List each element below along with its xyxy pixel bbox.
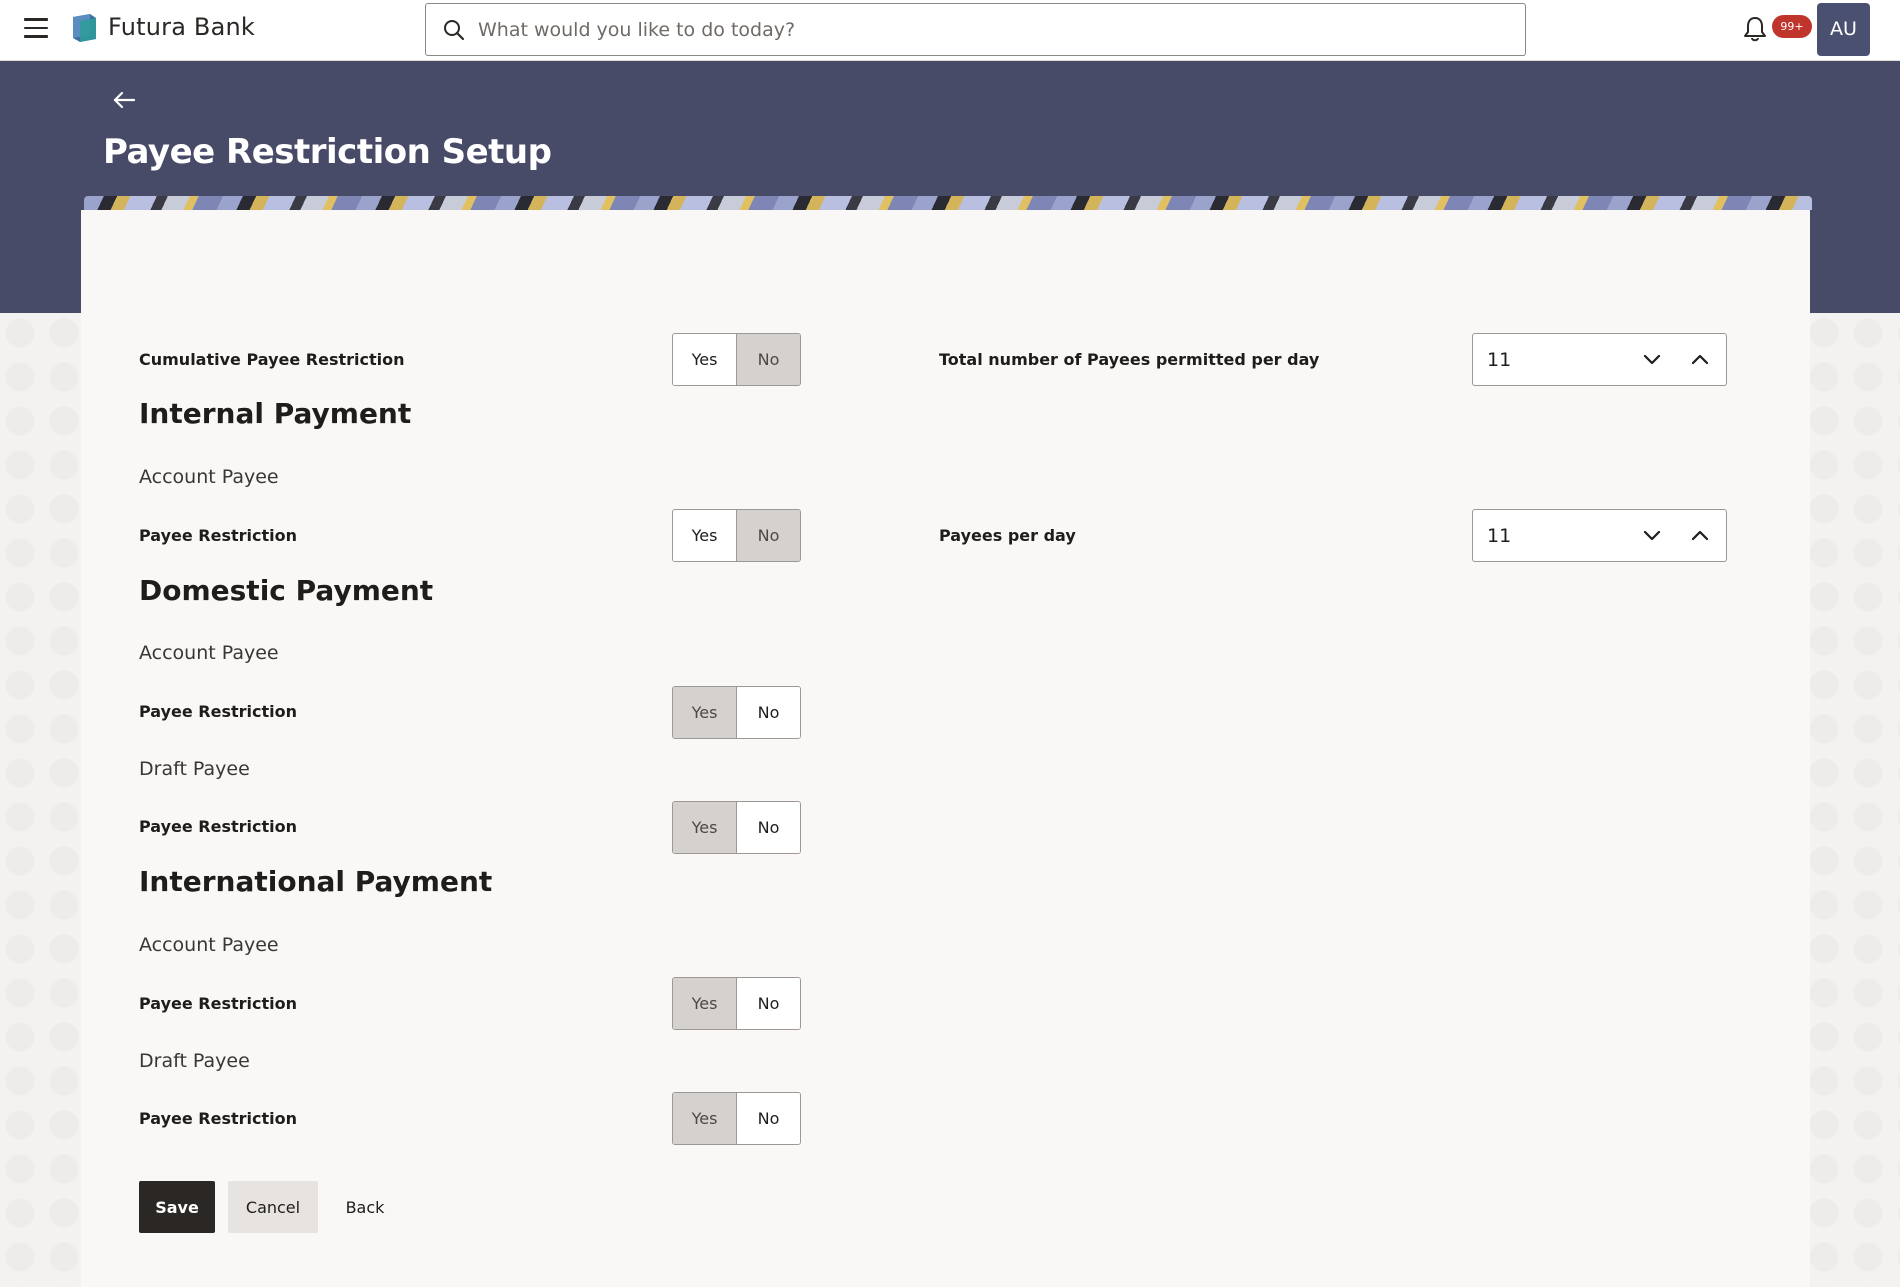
- cumulative-no-option[interactable]: No: [737, 334, 800, 385]
- search-input[interactable]: [478, 5, 1508, 54]
- internal-payment-title: Internal Payment: [139, 397, 412, 430]
- user-avatar[interactable]: AU: [1817, 3, 1870, 56]
- international-draft-yes-option[interactable]: Yes: [673, 1093, 737, 1144]
- domestic-draft-restriction-toggle[interactable]: Yes No: [672, 801, 801, 854]
- international-account-payee-label: Account Payee: [139, 934, 279, 956]
- domestic-payment-title: Domestic Payment: [139, 574, 434, 607]
- chevron-up-icon[interactable]: [1689, 525, 1711, 547]
- save-button[interactable]: Save: [139, 1181, 215, 1233]
- international-account-yes-option[interactable]: Yes: [673, 978, 737, 1029]
- payees-per-day-stepper[interactable]: 11: [1472, 509, 1727, 562]
- cumulative-restriction-label: Cumulative Payee Restriction: [139, 350, 405, 369]
- international-draft-restriction-label: Payee Restriction: [139, 1109, 298, 1128]
- international-account-no-option[interactable]: No: [737, 978, 800, 1029]
- internal-account-payee-label: Account Payee: [139, 466, 279, 488]
- international-draft-payee-label: Draft Payee: [139, 1050, 250, 1072]
- hamburger-menu-icon[interactable]: [24, 18, 48, 38]
- internal-yes-option[interactable]: Yes: [673, 510, 737, 561]
- top-bar: Futura Bank 99+ AU: [0, 0, 1900, 61]
- domestic-account-payee-label: Account Payee: [139, 642, 279, 664]
- international-account-restriction-label: Payee Restriction: [139, 994, 298, 1013]
- chevron-down-icon[interactable]: [1641, 349, 1663, 371]
- domestic-account-restriction-toggle[interactable]: Yes No: [672, 686, 801, 739]
- bell-icon[interactable]: [1742, 15, 1768, 43]
- notification-badge: 99+: [1772, 15, 1812, 38]
- cancel-button[interactable]: Cancel: [228, 1181, 318, 1233]
- decorative-banner: [84, 196, 1812, 210]
- arrow-left-icon[interactable]: [112, 90, 136, 110]
- search-icon: [444, 20, 465, 41]
- internal-restriction-toggle[interactable]: Yes No: [672, 509, 801, 562]
- cumulative-restriction-toggle[interactable]: Yes No: [672, 333, 801, 386]
- futura-bank-logo[interactable]: [70, 13, 98, 43]
- back-button[interactable]: Back: [330, 1181, 400, 1233]
- domestic-draft-payee-label: Draft Payee: [139, 758, 250, 780]
- international-payment-title: International Payment: [139, 865, 493, 898]
- international-draft-no-option[interactable]: No: [737, 1093, 800, 1144]
- total-payees-stepper[interactable]: 11: [1472, 333, 1727, 386]
- cumulative-yes-option[interactable]: Yes: [673, 334, 737, 385]
- domestic-draft-restriction-label: Payee Restriction: [139, 817, 298, 836]
- international-account-restriction-toggle[interactable]: Yes No: [672, 977, 801, 1030]
- page-title: Payee Restriction Setup: [103, 132, 552, 172]
- internal-no-option[interactable]: No: [737, 510, 800, 561]
- domestic-account-no-option[interactable]: No: [737, 687, 800, 738]
- international-draft-restriction-toggle[interactable]: Yes No: [672, 1092, 801, 1145]
- search-bar[interactable]: [425, 3, 1526, 56]
- total-payees-label: Total number of Payees permitted per day: [939, 350, 1320, 369]
- payees-per-day-label: Payees per day: [939, 526, 1076, 545]
- total-payees-value[interactable]: 11: [1487, 349, 1511, 371]
- chevron-up-icon[interactable]: [1689, 349, 1711, 371]
- payees-per-day-value[interactable]: 11: [1487, 525, 1511, 547]
- brand-name: Futura Bank: [108, 13, 256, 41]
- domestic-account-yes-option[interactable]: Yes: [673, 687, 737, 738]
- domestic-draft-no-option[interactable]: No: [737, 802, 800, 853]
- internal-restriction-label: Payee Restriction: [139, 526, 298, 545]
- domestic-account-restriction-label: Payee Restriction: [139, 702, 298, 721]
- chevron-down-icon[interactable]: [1641, 525, 1663, 547]
- domestic-draft-yes-option[interactable]: Yes: [673, 802, 737, 853]
